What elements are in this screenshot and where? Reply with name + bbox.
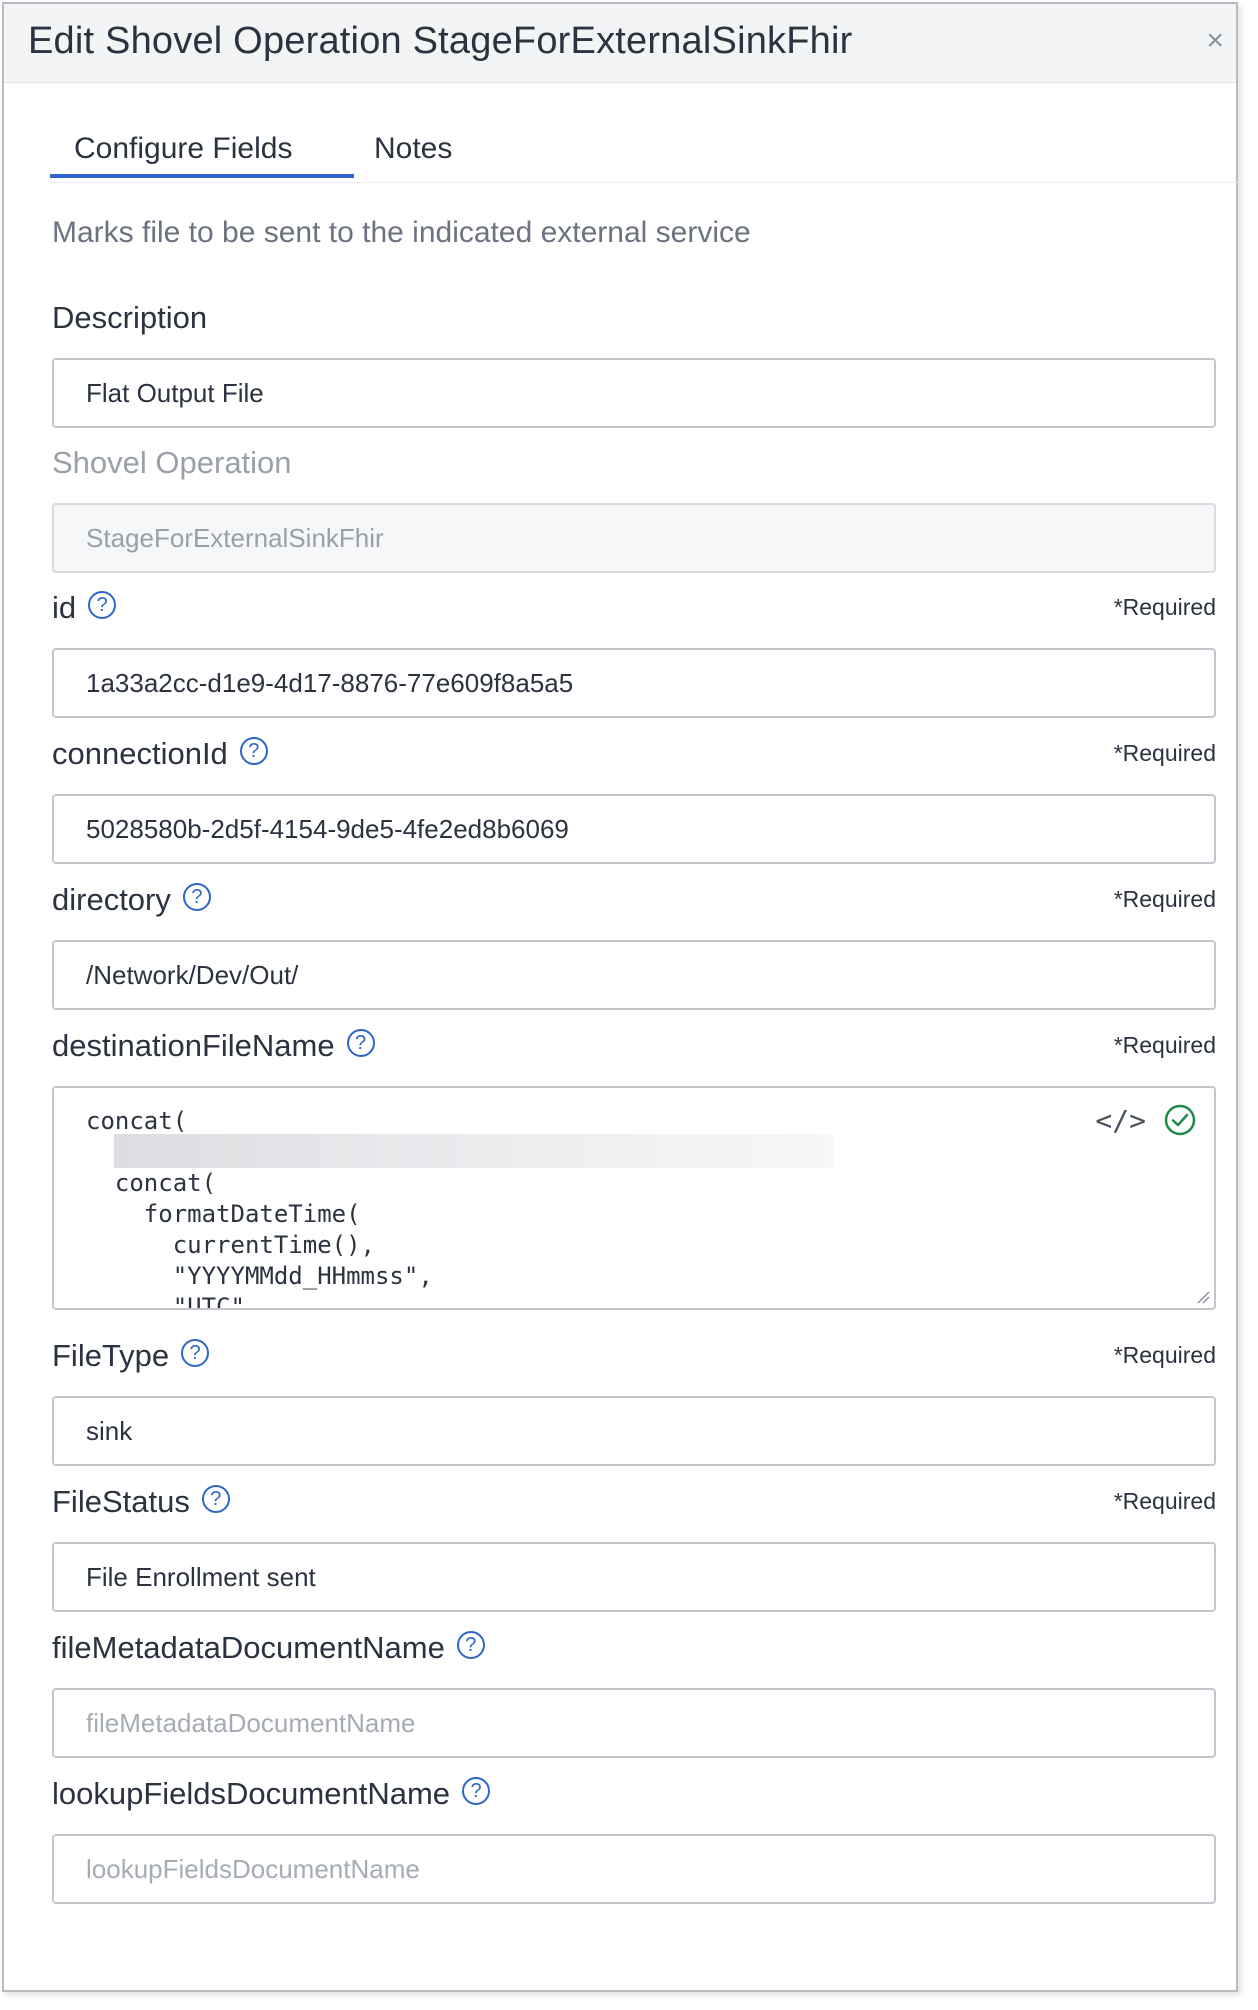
lookup-fields-document-name-input[interactable]	[52, 1834, 1216, 1904]
required-indicator: *Required	[1113, 740, 1216, 766]
connection-id-input[interactable]	[52, 794, 1216, 864]
destination-file-name-label: destinationFileName	[52, 1028, 335, 1063]
file-status-field: FileStatus ? *Required	[52, 1480, 1216, 1612]
file-status-input[interactable]	[52, 1542, 1216, 1612]
file-status-label-row: FileStatus ?	[52, 1480, 1216, 1524]
id-label-row: id ?	[52, 586, 1216, 630]
file-metadata-document-name-field: fileMetadataDocumentName ?	[52, 1626, 1216, 1758]
help-icon[interactable]: ?	[182, 883, 211, 911]
check-circle-icon[interactable]	[1164, 1104, 1196, 1136]
destination-file-name-code-editor[interactable]: concat( concat( formatDateTime( currentT…	[52, 1086, 1216, 1310]
description-label: Description	[52, 300, 208, 335]
destination-file-name-label-row: destinationFileName ?	[52, 1024, 1216, 1068]
file-metadata-document-name-input[interactable]	[52, 1688, 1216, 1758]
shovel-operation-field: Shovel Operation	[52, 441, 1216, 573]
destination-file-name-field: destinationFileName ? *Required concat( …	[52, 1024, 1216, 1310]
help-icon[interactable]: ?	[456, 1631, 485, 1659]
resize-handle-icon[interactable]	[1194, 1288, 1210, 1304]
tab-configure-fields[interactable]: Configure Fields	[74, 132, 292, 166]
modal-header: Edit Shovel Operation StageForExternalSi…	[4, 4, 1236, 83]
modal-title: Edit Shovel Operation StageForExternalSi…	[28, 20, 853, 62]
close-icon[interactable]: ×	[1206, 26, 1224, 56]
file-type-input[interactable]	[52, 1396, 1216, 1466]
file-type-field: FileType ? *Required	[52, 1334, 1216, 1466]
edit-shovel-operation-modal: Edit Shovel Operation StageForExternalSi…	[2, 2, 1238, 1992]
redacted-line	[114, 1134, 834, 1168]
connection-id-label-row: connectionId ?	[52, 732, 1216, 776]
shovel-operation-input	[52, 503, 1216, 573]
help-icon[interactable]: ?	[462, 1777, 491, 1805]
operation-description: Marks file to be sent to the indicated e…	[52, 216, 751, 249]
directory-field: directory ? *Required	[52, 878, 1216, 1010]
directory-label-row: directory ?	[52, 878, 1216, 922]
shovel-operation-label: Shovel Operation	[52, 445, 292, 480]
required-indicator: *Required	[1113, 1488, 1216, 1514]
help-icon[interactable]: ?	[239, 737, 268, 765]
required-indicator: *Required	[1113, 1342, 1216, 1368]
code-icon[interactable]: </>	[1095, 1104, 1146, 1137]
lookup-fields-document-name-label-row: lookupFieldsDocumentName ?	[52, 1772, 1216, 1816]
lookup-fields-document-name-field: lookupFieldsDocumentName ?	[52, 1772, 1216, 1904]
file-metadata-document-name-label: fileMetadataDocumentName	[52, 1630, 445, 1665]
connection-id-label: connectionId	[52, 736, 228, 771]
required-indicator: *Required	[1113, 594, 1216, 620]
directory-label: directory	[52, 882, 171, 917]
id-label: id	[52, 590, 77, 625]
lookup-fields-document-name-label: lookupFieldsDocumentName	[52, 1776, 451, 1811]
active-tab-indicator	[50, 174, 354, 178]
file-type-label: FileType	[52, 1338, 170, 1373]
connection-id-field: connectionId ? *Required	[52, 732, 1216, 864]
required-indicator: *Required	[1113, 1032, 1216, 1058]
help-icon[interactable]: ?	[181, 1339, 210, 1367]
file-status-label: FileStatus	[52, 1484, 190, 1519]
file-type-label-row: FileType ?	[52, 1334, 1216, 1378]
id-input[interactable]	[52, 648, 1216, 718]
help-icon[interactable]: ?	[88, 591, 117, 619]
help-icon[interactable]: ?	[346, 1029, 375, 1057]
description-field: Description	[52, 296, 1216, 428]
tab-notes[interactable]: Notes	[374, 132, 452, 166]
required-indicator: *Required	[1113, 886, 1216, 912]
description-input[interactable]	[52, 358, 1216, 428]
file-metadata-document-name-label-row: fileMetadataDocumentName ?	[52, 1626, 1216, 1670]
help-icon[interactable]: ?	[201, 1485, 230, 1513]
id-field: id ? *Required	[52, 586, 1216, 718]
directory-input[interactable]	[52, 940, 1216, 1010]
